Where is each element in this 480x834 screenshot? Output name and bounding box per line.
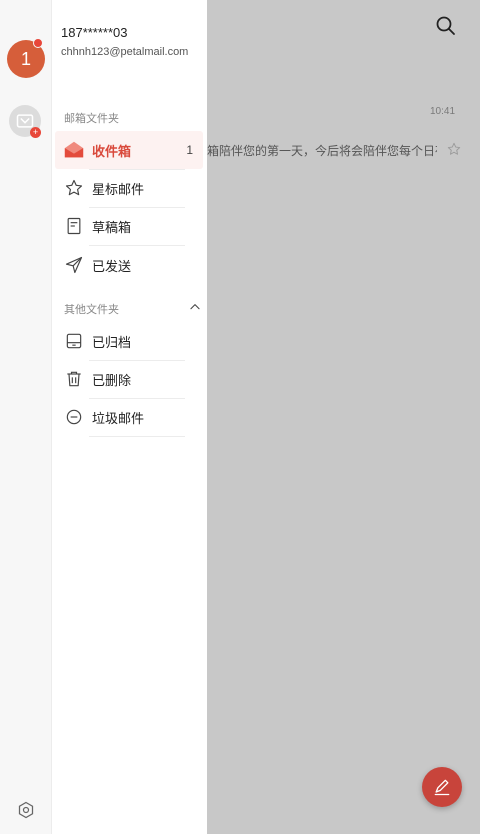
account-phone: 187******03: [61, 25, 128, 40]
account-email: chhnh123@petalmail.com: [61, 46, 189, 58]
folder-label: 星标邮件: [92, 182, 145, 198]
trash-icon: [63, 368, 85, 390]
inbox-icon: [63, 139, 85, 161]
mail-time: 10:41: [430, 106, 456, 117]
compose-button[interactable]: [422, 767, 462, 807]
folder-label: 收件箱: [92, 144, 132, 160]
folder-sent[interactable]: 已发送: [55, 246, 203, 284]
folder-label: 垃圾邮件: [92, 411, 145, 427]
folder-spam[interactable]: 垃圾邮件: [55, 398, 203, 436]
spam-icon: [63, 406, 85, 428]
mail-preview[interactable]: 箱陪伴您的第一天，今后将会陪伴您每个日夜…: [207, 142, 437, 159]
folder-label: 已发送: [92, 259, 132, 275]
chevron-up-icon[interactable]: [188, 300, 202, 314]
folder-drawer: 187******03 chhnh123@petalmail.com 邮箱文件夹…: [52, 0, 207, 834]
account-rail: 1 +: [0, 0, 52, 834]
folder-label: 已归档: [92, 335, 132, 351]
folder-label: 已删除: [92, 373, 132, 389]
folder-drafts[interactable]: 草稿箱: [55, 207, 203, 245]
add-badge: +: [30, 127, 41, 138]
other-folders-title: 其他文件夹: [64, 303, 119, 316]
star-icon: [63, 177, 85, 199]
draft-icon: [63, 215, 85, 237]
star-icon[interactable]: [446, 141, 462, 157]
search-icon[interactable]: [434, 14, 458, 38]
archive-icon: [63, 330, 85, 352]
settings-icon[interactable]: [16, 800, 36, 820]
folder-starred[interactable]: 星标邮件: [55, 169, 203, 207]
mail-folders-title: 邮箱文件夹: [64, 112, 119, 125]
sent-icon: [63, 254, 85, 276]
folder-label: 草稿箱: [92, 220, 132, 236]
folder-archived[interactable]: 已归档: [55, 322, 203, 360]
unread-count: 1: [186, 143, 193, 157]
folder-deleted[interactable]: 已删除: [55, 360, 203, 398]
pen-icon: [434, 779, 450, 796]
folder-inbox[interactable]: 收件箱 1: [55, 131, 203, 169]
divider: [89, 436, 185, 437]
notification-dot: [33, 38, 43, 48]
